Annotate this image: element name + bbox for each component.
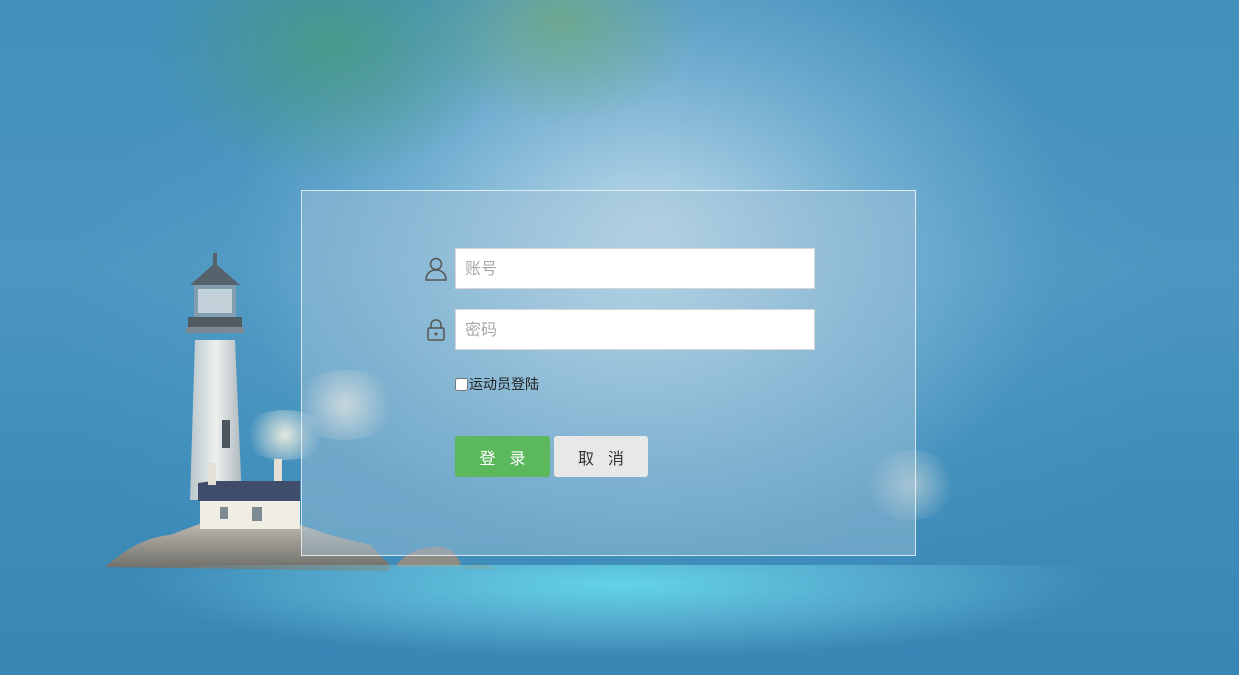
user-icon <box>425 257 447 281</box>
password-row <box>422 309 816 351</box>
sea <box>80 565 1160 675</box>
password-input[interactable] <box>455 309 815 350</box>
athlete-login-label: 运动员登陆 <box>469 377 539 393</box>
account-input[interactable] <box>455 248 815 289</box>
athlete-login-option: 运动员登陆 <box>455 374 539 394</box>
login-page-background: 运动员登陆 登录 取消 <box>0 0 1239 675</box>
account-row <box>422 248 816 290</box>
lock-icon <box>427 319 445 341</box>
athlete-login-checkbox[interactable] <box>455 377 468 391</box>
login-button[interactable]: 登录 <box>455 436 550 477</box>
login-panel: 运动员登陆 登录 取消 <box>301 190 916 556</box>
cancel-button[interactable]: 取消 <box>554 436 648 477</box>
